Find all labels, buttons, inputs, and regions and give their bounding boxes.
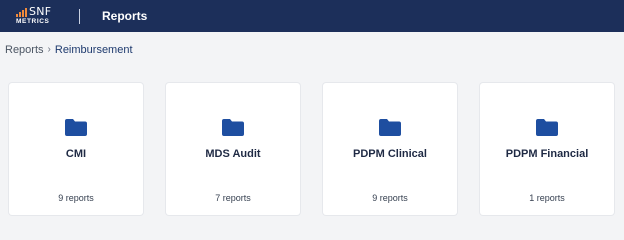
top-nav-bar: SNF METRICS Reports xyxy=(0,0,624,32)
logo-bars-icon xyxy=(16,8,27,17)
report-folder-card-pdpm-financial[interactable]: PDPM Financial 1 reports xyxy=(480,83,614,215)
report-folder-card-mds-audit[interactable]: MDS Audit 7 reports xyxy=(166,83,300,215)
folder-icon xyxy=(536,119,558,136)
card-report-count: 7 reports xyxy=(215,193,251,203)
page-title: Reports xyxy=(102,9,148,23)
folder-icon xyxy=(65,119,87,136)
header-divider xyxy=(79,9,80,24)
card-report-count: 9 reports xyxy=(58,193,94,203)
card-report-count: 1 reports xyxy=(529,193,565,203)
card-title: MDS Audit xyxy=(205,148,261,160)
breadcrumb-reports-link[interactable]: Reports xyxy=(5,43,44,57)
report-folder-card-pdpm-clinical[interactable]: PDPM Clinical 9 reports xyxy=(323,83,457,215)
card-title: CMI xyxy=(65,148,87,160)
logo-text: SNF xyxy=(29,5,52,18)
report-folder-card-cmi[interactable]: CMI 9 reports xyxy=(9,83,143,215)
card-title: PDPM Financial xyxy=(505,148,589,160)
folder-icon xyxy=(222,119,244,136)
breadcrumb: Reports › Reimbursement xyxy=(5,43,133,57)
folder-icon xyxy=(379,119,401,136)
breadcrumb-current: Reimbursement xyxy=(54,44,133,56)
snf-metrics-logo[interactable]: SNF METRICS xyxy=(16,5,62,27)
logo-subtext: METRICS xyxy=(16,18,50,25)
chevron-right-icon: › xyxy=(47,44,51,55)
card-title: PDPM Clinical xyxy=(353,148,427,160)
card-report-count: 9 reports xyxy=(372,193,408,203)
